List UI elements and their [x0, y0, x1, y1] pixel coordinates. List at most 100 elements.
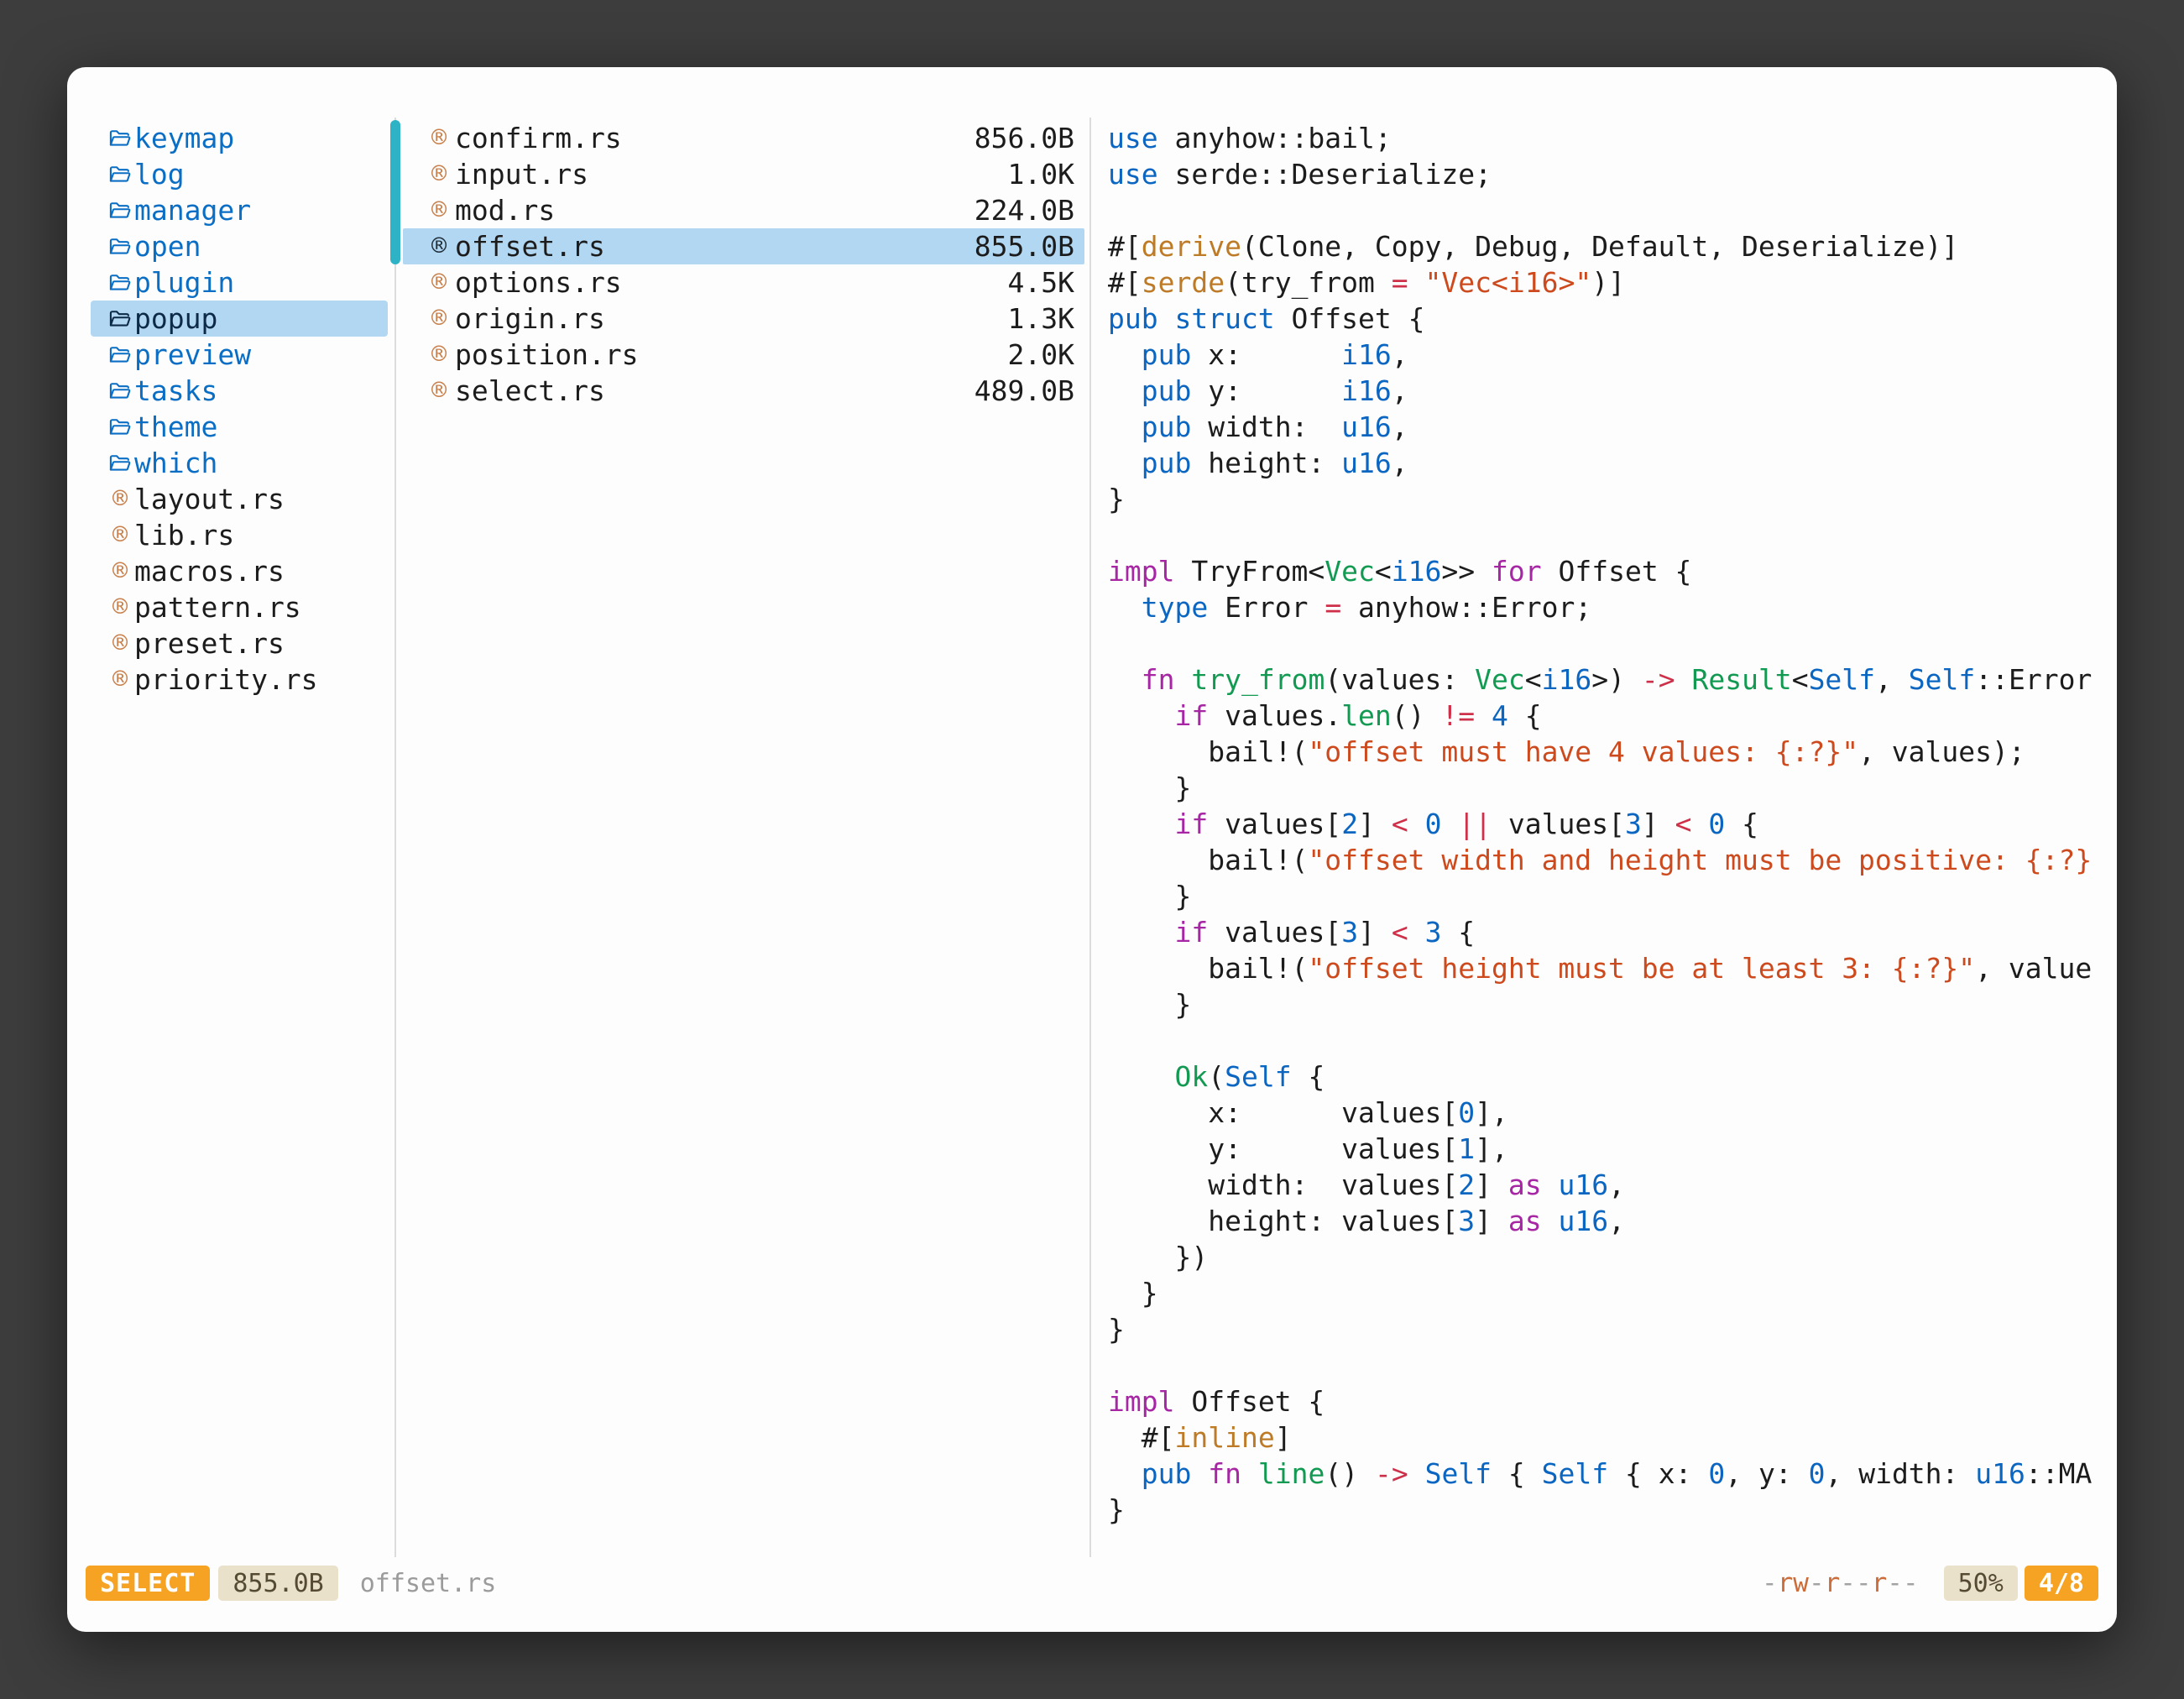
- code-token: serde: [1142, 266, 1225, 299]
- code-token: (Clone, Copy, Debug, Default, Deserializ…: [1241, 230, 1958, 263]
- rust-file-icon: ®: [106, 520, 134, 550]
- code-token: u16: [1341, 447, 1392, 479]
- dir-item-popup[interactable]: popup: [91, 301, 388, 337]
- dir-item-plugin[interactable]: plugin: [91, 264, 388, 301]
- code-token: [1108, 699, 1174, 732]
- file-item-mod.rs[interactable]: ®mod.rs224.0B: [403, 192, 1084, 228]
- open-folder-icon: [106, 127, 134, 150]
- code-token: ,: [1392, 338, 1408, 371]
- rust-file-icon: ®: [423, 340, 455, 369]
- code-token: <: [1392, 916, 1408, 949]
- file-item-select.rs[interactable]: ®select.rs489.0B: [403, 373, 1084, 409]
- code-line: #[serde(try_from = "Vec<i16>")]: [1108, 264, 2115, 301]
- file-item-layout.rs[interactable]: ®layout.rs: [91, 481, 388, 517]
- dir-item-keymap[interactable]: keymap: [91, 120, 388, 156]
- code-line: if values[2] < 0 || values[3] < 0 {: [1108, 806, 2115, 842]
- code-line: #[derive(Clone, Copy, Debug, Default, De…: [1108, 228, 2115, 264]
- code-token: impl: [1108, 555, 1174, 588]
- entry-label: which: [134, 447, 217, 479]
- code-line: height: values[3] as u16,: [1108, 1203, 2115, 1239]
- code-token: (try_from: [1225, 266, 1392, 299]
- code-line: }: [1108, 770, 2115, 806]
- code-token: TryFrom<: [1174, 555, 1325, 588]
- entry-label: confirm.rs: [455, 122, 974, 154]
- entry-label: offset.rs: [455, 230, 974, 263]
- dir-item-tasks[interactable]: tasks: [91, 373, 388, 409]
- code-line: [1108, 517, 2115, 553]
- code-token: ,: [1608, 1168, 1625, 1201]
- code-token: if: [1174, 808, 1208, 840]
- code-token: <: [1792, 663, 1809, 696]
- code-token: "offset height must be at least 3: {:?}": [1308, 952, 1975, 985]
- entry-label: mod.rs: [455, 194, 974, 227]
- code-token: , y:: [1725, 1457, 1808, 1490]
- entry-label: macros.rs: [134, 555, 285, 588]
- file-item-position.rs[interactable]: ®position.rs2.0K: [403, 337, 1084, 373]
- code-token: (values:: [1325, 663, 1475, 696]
- file-item-lib.rs[interactable]: ®lib.rs: [91, 517, 388, 553]
- parent-pane[interactable]: keymaplogmanageropenpluginpopuppreviewta…: [91, 120, 388, 698]
- code-token: 4: [1492, 699, 1508, 732]
- code-token: pub: [1142, 410, 1192, 443]
- open-folder-icon: [106, 379, 134, 403]
- preview-pane[interactable]: use anyhow::bail;use serde::Deserialize;…: [1108, 120, 2115, 1566]
- code-token: #[: [1108, 1421, 1174, 1454]
- status-bar-right: -rw-r--r-- 50% 4/8: [1762, 1566, 2098, 1601]
- rust-file-icon: ®: [423, 159, 455, 189]
- code-token: 0: [1708, 1457, 1725, 1490]
- entry-label: input.rs: [455, 158, 1008, 191]
- code-token: <: [1392, 808, 1408, 840]
- file-item-macros.rs[interactable]: ®macros.rs: [91, 553, 388, 589]
- code-token: >): [1591, 663, 1642, 696]
- code-token: ->: [1642, 663, 1675, 696]
- code-line: pub fn line() -> Self { Self { x: 0, y: …: [1108, 1456, 2115, 1492]
- permission-token: r: [1825, 1568, 1841, 1598]
- code-line: impl Offset {: [1108, 1383, 2115, 1419]
- file-item-input.rs[interactable]: ®input.rs1.0K: [403, 156, 1084, 192]
- file-item-options.rs[interactable]: ®options.rs4.5K: [403, 264, 1084, 301]
- code-token: (): [1325, 1457, 1375, 1490]
- entry-label: popup: [134, 302, 217, 335]
- code-line: pub x: i16,: [1108, 337, 2115, 373]
- dir-item-log[interactable]: log: [91, 156, 388, 192]
- code-token: (): [1392, 699, 1442, 732]
- code-token: pub: [1142, 338, 1192, 371]
- code-token: }: [1108, 1277, 1158, 1310]
- open-folder-icon: [106, 163, 134, 186]
- dir-item-theme[interactable]: theme: [91, 409, 388, 445]
- code-token: >>: [1441, 555, 1492, 588]
- code-token: len: [1341, 699, 1392, 732]
- code-line: impl TryFrom<Vec<i16>> for Offset {: [1108, 553, 2115, 589]
- permission-token: r: [1872, 1568, 1888, 1598]
- code-line: pub y: i16,: [1108, 373, 2115, 409]
- code-token: [1108, 808, 1174, 840]
- code-token: pub: [1142, 374, 1192, 407]
- code-token: ]: [1475, 1205, 1508, 1237]
- code-token: Vec: [1475, 663, 1525, 696]
- code-token: use: [1108, 158, 1158, 191]
- file-item-priority.rs[interactable]: ®priority.rs: [91, 661, 388, 698]
- dir-item-preview[interactable]: preview: [91, 337, 388, 373]
- code-token: }: [1108, 1313, 1125, 1346]
- code-token: "offset must have 4 values: {:?}": [1308, 735, 1858, 768]
- file-item-confirm.rs[interactable]: ®confirm.rs856.0B: [403, 120, 1084, 156]
- code-token: {: [1292, 1060, 1325, 1093]
- file-item-preset.rs[interactable]: ®preset.rs: [91, 625, 388, 661]
- code-token: anyhow::bail;: [1158, 122, 1392, 154]
- code-token: Offset {: [1275, 302, 1425, 335]
- entry-label: position.rs: [455, 338, 1008, 371]
- dir-item-which[interactable]: which: [91, 445, 388, 481]
- code-line: fn try_from(values: Vec<i16>) -> Result<…: [1108, 661, 2115, 698]
- mode-badge: SELECT: [86, 1566, 210, 1601]
- code-token: [1542, 1168, 1559, 1201]
- code-token: [1108, 663, 1142, 696]
- code-token: }: [1108, 771, 1191, 804]
- dir-item-manager[interactable]: manager: [91, 192, 388, 228]
- current-pane[interactable]: ®confirm.rs856.0B®input.rs1.0K®mod.rs224…: [403, 120, 1084, 409]
- file-item-pattern.rs[interactable]: ®pattern.rs: [91, 589, 388, 625]
- code-token: ->: [1375, 1457, 1408, 1490]
- code-token: ]: [1358, 808, 1392, 840]
- dir-item-open[interactable]: open: [91, 228, 388, 264]
- file-item-origin.rs[interactable]: ®origin.rs1.3K: [403, 301, 1084, 337]
- file-item-offset.rs[interactable]: ®offset.rs855.0B: [403, 228, 1084, 264]
